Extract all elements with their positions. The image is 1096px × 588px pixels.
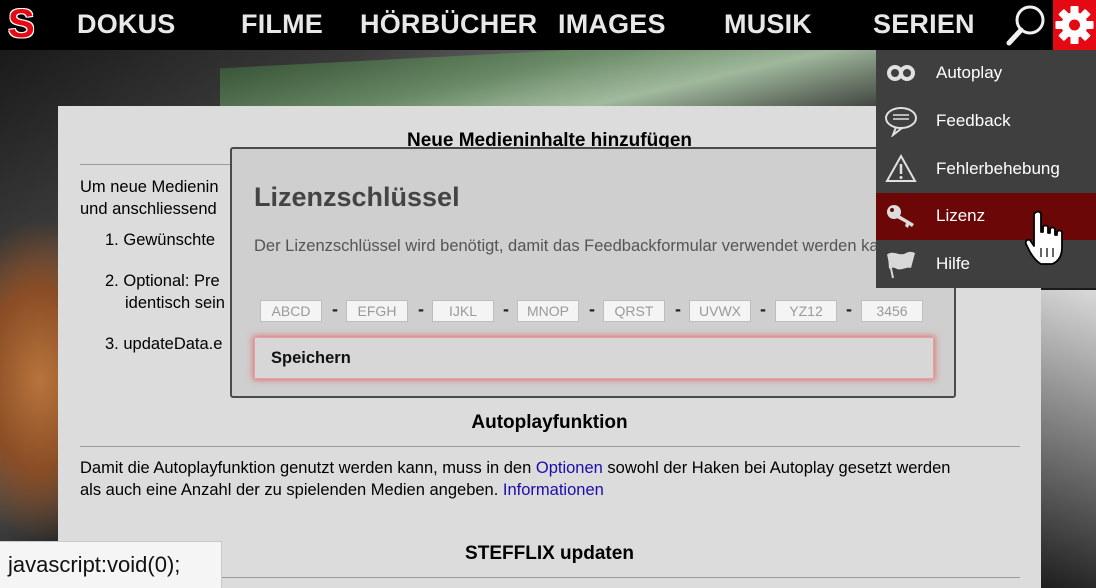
infinity-icon xyxy=(887,65,915,81)
menu-item-autoplay[interactable]: Autoplay xyxy=(876,50,1096,97)
top-navigation-bar: S DOKUS FILME HÖRBÜCHER IMAGES MUSIK SER… xyxy=(0,0,1096,50)
step-text: Optional: Pre xyxy=(123,272,220,290)
key-separator: - xyxy=(675,299,681,319)
autoplay-text: sowohl der Haken bei Autoplay gesetzt we… xyxy=(602,459,951,477)
intro-line-1: Um neue Medienin xyxy=(80,178,219,196)
menu-item-label: Autoplay xyxy=(936,63,1003,82)
license-key-field-6[interactable] xyxy=(689,300,751,322)
search-button[interactable] xyxy=(1004,2,1050,48)
background-image-right xyxy=(1036,290,1096,588)
license-modal: Lizenzschlüssel Der Lizenzschlüssel wird… xyxy=(230,147,956,398)
license-key-field-2[interactable] xyxy=(346,300,408,322)
modal-description: Der Lizenzschlüssel wird benötigt, damit… xyxy=(254,237,902,255)
key-separator: - xyxy=(332,299,338,319)
nav-item-musik[interactable]: MUSIK xyxy=(724,8,812,40)
app-logo[interactable]: S xyxy=(8,4,42,44)
menu-item-label: Lizenz xyxy=(936,206,986,225)
intro-line-2: und anschliessend xyxy=(80,200,217,218)
license-key-field-8[interactable] xyxy=(861,300,923,322)
save-button[interactable]: Speichern xyxy=(254,337,934,379)
license-key-field-7[interactable] xyxy=(775,300,837,322)
autoplay-text-line-2: als auch eine Anzahl der zu spielenden M… xyxy=(80,479,604,501)
menu-item-feedback[interactable]: Feedback xyxy=(876,98,1096,145)
key-separator: - xyxy=(846,299,852,319)
divider xyxy=(80,446,1020,447)
step-2: 2. Optional: Pre xyxy=(105,270,220,292)
step-number: 2. xyxy=(105,272,119,290)
flag-icon xyxy=(887,251,915,279)
key-separator: - xyxy=(418,299,424,319)
search-icon xyxy=(1006,5,1045,46)
license-key-field-4[interactable] xyxy=(517,300,579,322)
step-number: 1. xyxy=(105,231,119,249)
nav-item-serien[interactable]: SERIEN xyxy=(873,8,975,40)
hand-pointer-cursor-icon xyxy=(1024,210,1063,265)
nav-item-images[interactable]: IMAGES xyxy=(558,8,666,40)
license-key-field-1[interactable] xyxy=(260,300,322,322)
speech-bubble-icon xyxy=(885,107,917,137)
menu-item-label: Hilfe xyxy=(936,254,971,273)
autoplay-text: als auch eine Anzahl der zu spielenden M… xyxy=(80,481,503,499)
key-icon xyxy=(887,205,914,228)
step-1: 1. Gewünschte xyxy=(105,229,215,251)
modal-title: Lizenzschlüssel xyxy=(254,182,460,212)
nav-item-dokus[interactable]: DOKUS xyxy=(77,8,176,40)
nav-item-hoerbuecher[interactable]: HÖRBÜCHER xyxy=(360,8,537,40)
menu-item-fehlerbehebung[interactable]: Fehlerbehebung xyxy=(876,146,1096,193)
menu-item-label: Fehlerbehebung xyxy=(936,159,1060,178)
license-key-field-5[interactable] xyxy=(603,300,665,322)
key-separator: - xyxy=(760,299,766,319)
autoplay-text: Damit die Autoplayfunktion genutzt werde… xyxy=(80,459,536,477)
step-3: 3. updateData.e xyxy=(105,333,222,355)
step-text: Gewünschte xyxy=(123,231,216,249)
information-link[interactable]: Informationen xyxy=(503,481,604,499)
step-text: updateData.e xyxy=(123,335,223,353)
options-link[interactable]: Optionen xyxy=(536,459,603,477)
settings-button[interactable] xyxy=(1053,0,1096,50)
autoplay-text-line-1: Damit die Autoplayfunktion genutzt werde… xyxy=(80,457,950,479)
browser-status-bar: javascript:void(0); xyxy=(0,541,222,588)
key-separator: - xyxy=(503,299,509,319)
menu-item-label: Feedback xyxy=(936,111,1011,130)
step-number: 3. xyxy=(105,335,119,353)
license-key-field-3[interactable] xyxy=(432,300,494,322)
nav-item-filme[interactable]: FILME xyxy=(241,8,323,40)
warning-icon xyxy=(885,153,917,182)
key-separator: - xyxy=(589,299,595,319)
step-2-continuation: identisch sein xyxy=(125,294,225,312)
section-title-autoplay: Autoplayfunktion xyxy=(471,412,628,433)
gear-icon xyxy=(1055,6,1094,44)
